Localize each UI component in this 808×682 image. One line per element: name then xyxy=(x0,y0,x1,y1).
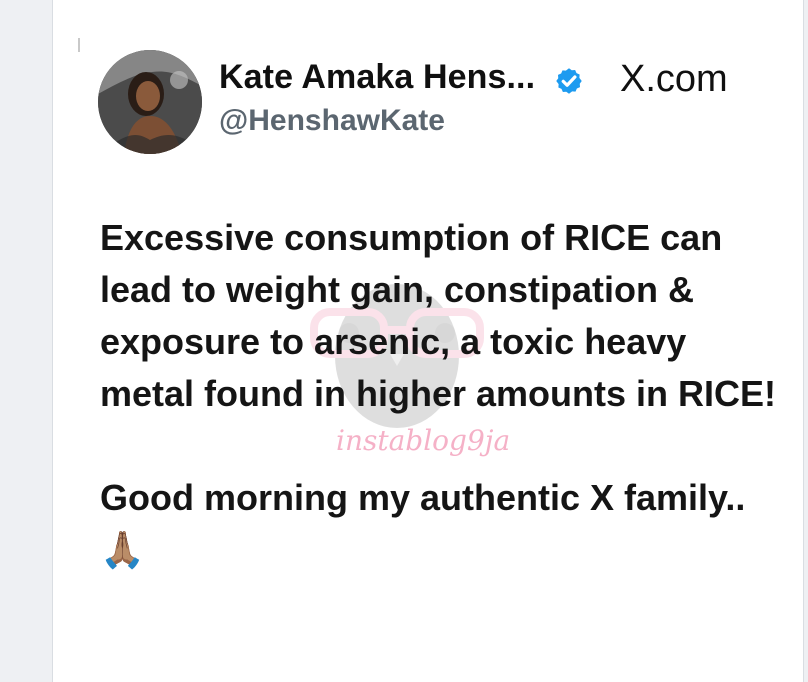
tweet-paragraph-1: Excessive consumption of RICE can lead t… xyxy=(100,217,777,414)
tweet-paragraph-2: Good morning my authentic X family..🙏🏽 xyxy=(100,477,746,570)
divider-mark xyxy=(78,38,80,52)
user-handle[interactable]: @HenshawKate xyxy=(219,104,445,138)
avatar[interactable] xyxy=(98,50,202,154)
tweet-body: Excessive consumption of RICE can lead t… xyxy=(100,212,790,576)
site-label: X.com xyxy=(620,58,728,100)
display-name[interactable]: Kate Amaka Hens... xyxy=(219,58,535,97)
verified-badge-icon xyxy=(556,68,582,94)
profile-photo xyxy=(98,50,202,154)
screenshot-page: Kate Amaka Hens... X.com @HenshawKate Ex… xyxy=(0,0,808,682)
